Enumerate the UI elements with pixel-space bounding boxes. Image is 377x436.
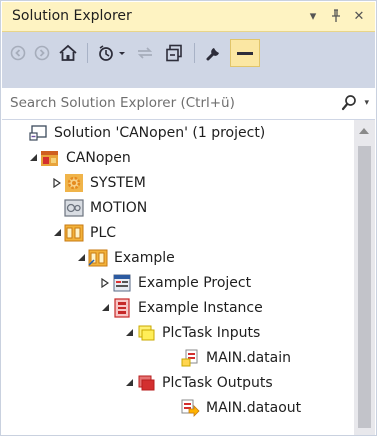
pin-icon[interactable] [327,5,345,27]
toolbar-separator [194,43,195,63]
expanded-arrow-icon[interactable] [98,295,112,320]
tree-item-plctask-outputs[interactable]: PlcTask Outputs [122,370,273,395]
tree-item-project[interactable]: CANopen [26,145,131,170]
solution-icon [28,123,48,143]
tree-item-solution[interactable]: Solution 'CANopen' (1 project) [14,120,265,145]
title-bar: Solution Explorer ▾ ✕ [2,2,375,32]
tree-item-example-instance[interactable]: Example Instance [98,295,263,320]
tree-item-label: CANopen [66,149,131,166]
preview-icon[interactable] [230,39,260,67]
plc-project-icon [88,248,108,268]
output-variable-icon [180,398,200,418]
tree-item-label: Example [114,249,175,266]
vertical-scrollbar[interactable] [354,120,375,435]
collapsed-arrow-icon[interactable] [98,270,112,295]
solution-explorer-panel: Solution Explorer ▾ ✕ Search Solution Ex… [0,0,377,436]
expanded-arrow-icon[interactable] [122,370,136,395]
search-icon[interactable] [341,94,357,116]
sync-icon[interactable] [134,40,156,66]
tree-item-label: PLC [90,224,117,241]
tree-item-example-project[interactable]: Example Project [98,270,251,295]
search-options-dropdown-icon[interactable]: ▾ [364,98,369,108]
window-position-dropdown-icon[interactable]: ▾ [304,5,322,27]
tree-item-label: MAIN.datain [206,349,292,366]
expanded-arrow-icon[interactable] [74,245,88,270]
tree-item-example[interactable]: Example [74,245,175,270]
no-expander [166,395,180,420]
expanded-arrow-icon[interactable] [122,320,136,345]
tree-item-plctask-inputs[interactable]: PlcTask Inputs [122,320,260,345]
no-expander [166,345,180,370]
scroll-up-arrow-icon[interactable] [359,128,369,134]
tree-item-label: SYSTEM [90,174,146,191]
expanded-arrow-icon[interactable] [26,145,40,170]
collapsed-arrow-icon[interactable] [50,170,64,195]
tree-item-label: PlcTask Inputs [162,324,261,341]
motion-icon [64,198,84,218]
tree-item-main-dataout[interactable]: MAIN.dataout [166,395,301,420]
tree-item-label: PlcTask Outputs [162,374,273,391]
home-icon[interactable] [56,40,80,66]
collapse-all-icon[interactable] [162,40,186,66]
expanded-arrow-icon[interactable] [50,220,64,245]
search-box[interactable]: Search Solution Explorer (Ctrl+ü) ▾ [2,89,375,120]
properties-wrench-icon[interactable] [202,40,226,66]
forward-icon[interactable] [32,40,52,66]
outputs-folder-icon [136,373,156,393]
tree-item-label: Solution 'CANopen' (1 project) [54,124,266,141]
panel-title: Solution Explorer [12,8,132,24]
toolbar-separator [87,43,88,63]
tree-item-motion[interactable]: MOTION [50,195,147,220]
tree-item-label: MOTION [90,199,148,216]
plc-code-icon [112,273,132,293]
tree-item-plc[interactable]: PLC [50,220,116,245]
plc-instance-icon [112,297,132,318]
plc-icon [64,223,84,243]
scrollbar-thumb[interactable] [358,146,371,428]
tree-item-main-datain[interactable]: MAIN.datain [166,345,291,370]
no-expander [14,120,28,145]
system-gear-icon [64,173,84,193]
project-icon [40,148,60,168]
tree-item-system[interactable]: SYSTEM [50,170,146,195]
close-icon[interactable]: ✕ [350,5,368,27]
back-icon[interactable] [8,40,28,66]
tree-item-label: Example Instance [138,299,263,316]
search-input[interactable]: Search Solution Explorer (Ctrl+ü) [10,95,235,111]
input-variable-icon [180,348,200,368]
no-expander [50,195,64,220]
history-icon[interactable] [96,40,130,66]
solution-tree: Solution 'CANopen' (1 project) CANopen S… [2,120,354,435]
tree-item-label: Example Project [138,274,252,291]
inputs-folder-icon [136,323,156,343]
toolbar [2,32,375,88]
tree-item-label: MAIN.dataout [206,399,302,416]
